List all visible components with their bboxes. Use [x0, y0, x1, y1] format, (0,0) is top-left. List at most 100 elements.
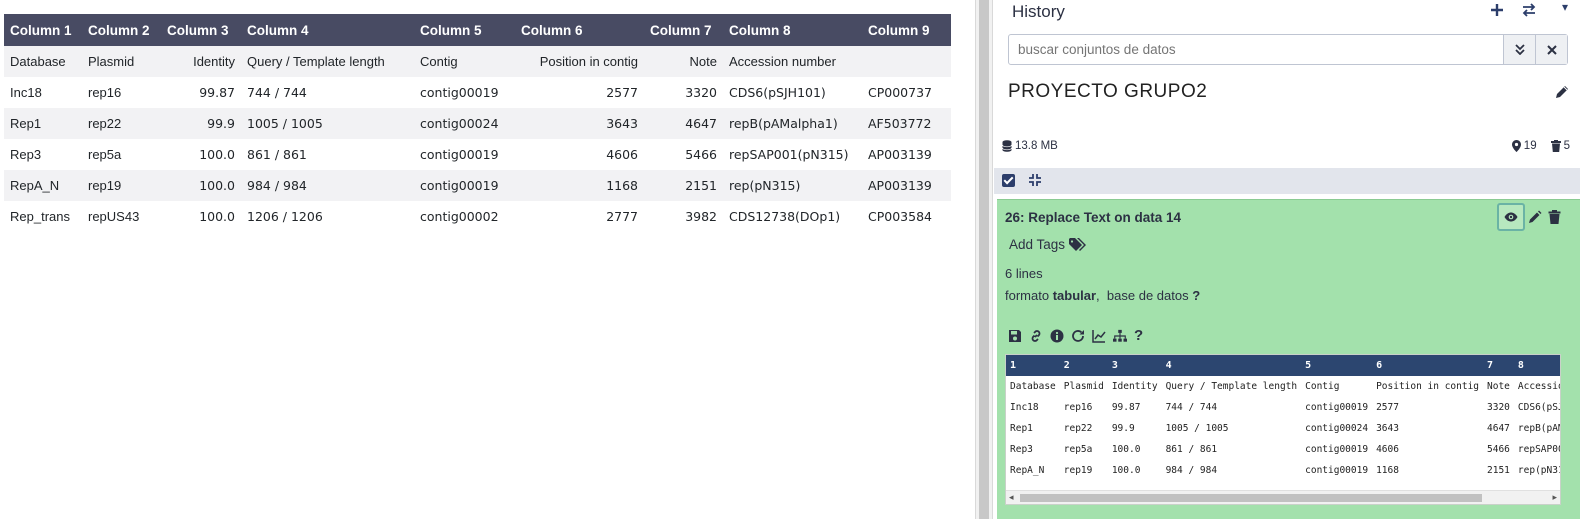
info-icon[interactable]	[1050, 329, 1064, 343]
pencil-icon[interactable]	[1528, 210, 1542, 224]
table-cell: 744 / 744	[247, 85, 307, 100]
database-label: base de datos	[1106, 288, 1189, 303]
history-stats: 13.8 MB 19 5	[1002, 140, 1580, 158]
peek-cell: 984 / 984	[1165, 465, 1218, 476]
database-icon	[1002, 140, 1012, 152]
peek-horizontal-scrollbar[interactable]: ◂ ▸	[1006, 490, 1560, 504]
peek-cell: 3320	[1487, 402, 1510, 413]
sitemap-icon[interactable]	[1113, 329, 1127, 343]
table-cell: contig00024	[414, 108, 515, 139]
table-row: RepA_N rep19 100.0 984 / 984 contig00019…	[4, 170, 951, 201]
peek-cell: 5466	[1487, 444, 1510, 455]
table-cell: Note	[644, 46, 723, 77]
dataset-line-count: 6 lines	[1005, 266, 1043, 281]
peek-cell: Database	[1010, 381, 1056, 392]
switch-history-button[interactable]	[1521, 2, 1537, 22]
peek-cell: Rep3	[1010, 444, 1033, 455]
table-cell: 4606	[606, 147, 638, 162]
database-value[interactable]: ?	[1192, 288, 1200, 303]
deleted-datasets-counter[interactable]: 5	[1550, 140, 1570, 152]
scroll-left-icon[interactable]: ◂	[1009, 492, 1014, 503]
peek-cell: rep22	[1063, 423, 1093, 434]
link-icon[interactable]	[1029, 329, 1043, 343]
panel-divider-scrollbar[interactable]	[975, 0, 993, 519]
advanced-search-button[interactable]	[1503, 35, 1535, 64]
table-header-row: Column 1 Column 2 Column 3 Column 4 Colu…	[4, 14, 951, 46]
column-header: Column 9	[862, 14, 951, 46]
save-icon[interactable]	[1008, 329, 1022, 343]
table-cell: contig00019	[414, 170, 515, 201]
plus-icon	[1491, 4, 1503, 16]
peek-cell: 1005 / 1005	[1165, 423, 1229, 434]
table-row: Database Plasmid Identity Query / Templa…	[4, 46, 951, 77]
scrollbar-thumb[interactable]	[1020, 494, 1482, 502]
table-row: Rep_trans repUS43 100.0 1206 / 1206 cont…	[4, 201, 951, 232]
table-cell: Contig	[414, 46, 515, 77]
column-header: Column 3	[161, 14, 241, 46]
table-cell: 861 / 861	[247, 147, 307, 162]
collapse-expanded-icon[interactable]	[1028, 173, 1042, 187]
table-cell: AF503772	[862, 108, 951, 139]
shown-count: 19	[1523, 140, 1537, 152]
table-cell: Plasmid	[82, 46, 161, 77]
peek-cell: Inc18	[1010, 402, 1039, 413]
peek-cell: Query / Template length	[1165, 381, 1298, 392]
dataset-peek: 1 2 3 4 5 6 7 8 Database Plasmid Identit	[1005, 354, 1561, 505]
peek-row: Rep1 rep22 99.9 1005 / 1005 contig00024 …	[1006, 418, 1560, 439]
table-cell: 4647	[644, 108, 723, 139]
help-icon[interactable]: ?	[1134, 327, 1143, 344]
format-value[interactable]: tabular	[1053, 288, 1096, 303]
double-chevron-down-icon	[1514, 44, 1525, 55]
column-header: Column 7	[644, 14, 723, 46]
table-row: Rep1 rep22 99.9 1005 / 1005 contig00024 …	[4, 108, 951, 139]
history-panel: History ▾ PROYECTO GRUPO2 13.8 MB 19	[994, 0, 1580, 519]
dataset-format-info: formato tabular, base de datos ?	[1005, 288, 1200, 303]
history-toolbar	[994, 168, 1580, 194]
dataset-table: Column 1 Column 2 Column 3 Column 4 Colu…	[4, 14, 951, 232]
peek-cell: rep19	[1063, 465, 1093, 476]
peek-cell: contig00019	[1305, 444, 1369, 455]
scrollbar-thumb[interactable]	[979, 0, 989, 519]
peek-cell: Position in contig	[1376, 381, 1480, 392]
peek-cell: Identity	[1111, 381, 1158, 392]
map-marker-icon	[1511, 140, 1521, 152]
peek-cell: 99.9	[1111, 423, 1135, 434]
peek-cell: 100.0	[1111, 465, 1141, 476]
eye-icon	[1504, 212, 1518, 222]
table-cell: CP000737	[868, 85, 932, 100]
peek-column-header: 8	[1513, 355, 1560, 376]
dataset-item[interactable]: 26: Replace Text on data 14 Add Tags 6 l…	[997, 199, 1580, 519]
column-header: Column 1	[4, 14, 82, 46]
shown-datasets-counter[interactable]: 19	[1511, 140, 1537, 152]
history-name[interactable]: PROYECTO GRUPO2	[1008, 81, 1207, 103]
clear-search-button[interactable]	[1535, 35, 1567, 64]
table-cell: Rep_trans	[10, 209, 70, 224]
select-items-checkbox[interactable]	[1002, 174, 1015, 187]
peek-cell: repB(pAMalpha1	[1517, 423, 1560, 434]
table-cell: 1206 / 1206	[247, 209, 323, 224]
create-history-button[interactable]	[1490, 2, 1504, 22]
history-options-button[interactable]: ▾	[1562, 0, 1568, 14]
search-datasets-input[interactable]	[1009, 35, 1503, 64]
peek-cell: 3643	[1376, 423, 1399, 434]
table-cell: 2577	[606, 85, 638, 100]
tags-icon	[1069, 237, 1087, 251]
table-cell: 100.0	[199, 209, 235, 224]
pencil-icon[interactable]	[1554, 84, 1570, 100]
dataset-title[interactable]: 26: Replace Text on data 14	[1005, 210, 1181, 225]
history-size[interactable]: 13.8 MB	[1002, 140, 1058, 152]
chart-icon[interactable]	[1092, 329, 1106, 343]
add-tags-button[interactable]: Add Tags	[1009, 237, 1087, 252]
scroll-right-icon[interactable]: ▸	[1552, 492, 1557, 503]
peek-cell: 861 / 861	[1165, 444, 1218, 455]
trash-icon[interactable]	[1548, 210, 1561, 224]
format-prefix: formato	[1005, 288, 1050, 303]
display-dataset-button[interactable]	[1497, 203, 1525, 231]
peek-column-header: 7	[1483, 355, 1514, 376]
table-cell: contig00019	[420, 147, 499, 162]
format-separator: ,	[1096, 288, 1100, 303]
table-cell: 2151	[644, 170, 723, 201]
rerun-icon[interactable]	[1071, 329, 1085, 343]
table-cell: repSAP001(pN315)	[729, 147, 849, 162]
peek-cell: RepA_N	[1010, 465, 1045, 476]
